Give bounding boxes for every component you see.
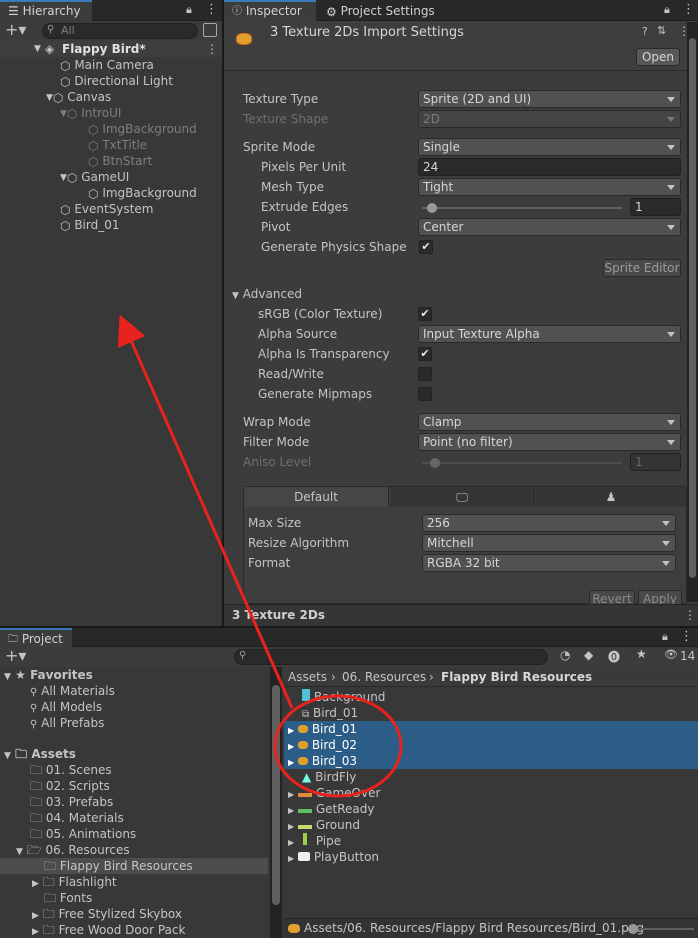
annotation-overlay — [117, 314, 403, 798]
annotation-circle — [273, 694, 403, 798]
annotation-arrow — [117, 314, 294, 709]
